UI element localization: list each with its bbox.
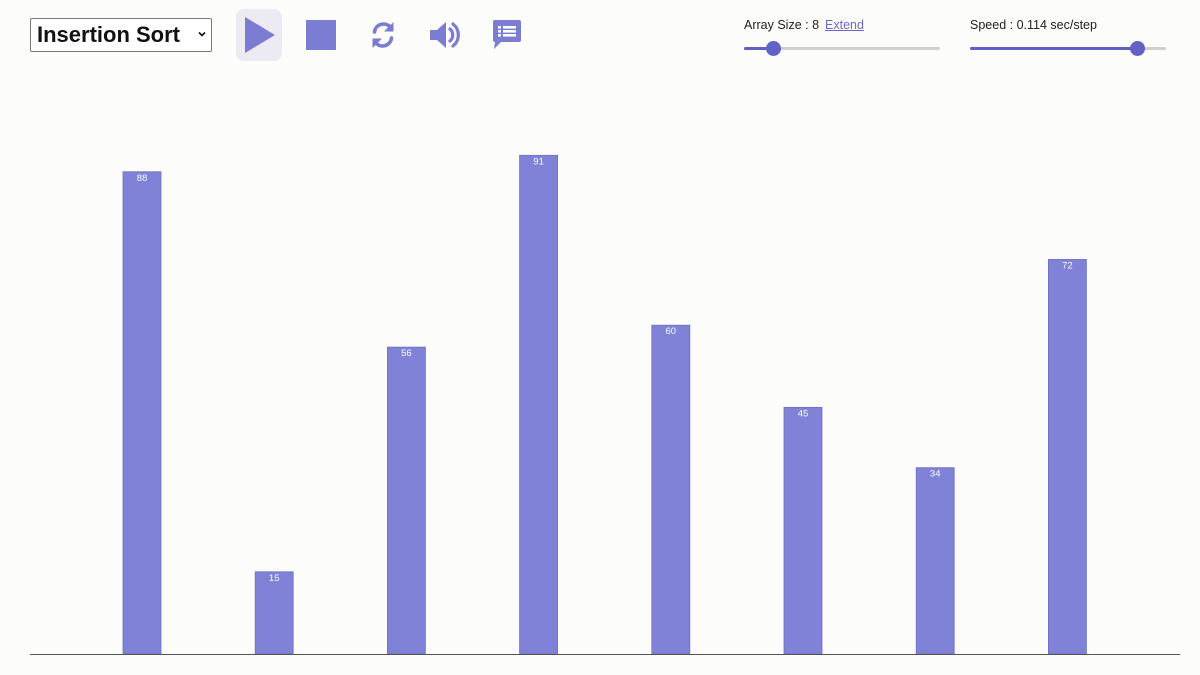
bar-6 xyxy=(783,406,823,655)
algorithm-select-value: Insertion Sort xyxy=(37,22,181,47)
array-size-label-row: Array Size : 8 Extend xyxy=(744,18,940,34)
algorithm-select[interactable]: Insertion Sort xyxy=(30,18,212,52)
sound-button[interactable] xyxy=(422,9,468,61)
reset-button[interactable] xyxy=(360,9,406,61)
stop-button[interactable] xyxy=(298,9,344,61)
bar-value-label-6: 45 xyxy=(798,408,809,419)
bar-value-label-8: 72 xyxy=(1062,260,1073,271)
stop-icon xyxy=(306,20,336,50)
speed-control: Speed : 0.114 sec/step xyxy=(970,18,1166,56)
speed-label-row: Speed : 0.114 sec/step xyxy=(970,18,1166,34)
chat-list-icon xyxy=(493,20,521,49)
bar-value-label-7: 34 xyxy=(930,469,941,480)
bar-3 xyxy=(386,346,426,655)
speed-slider-thumb[interactable] xyxy=(1129,41,1145,56)
bar-5 xyxy=(651,324,691,655)
refresh-icon xyxy=(372,22,394,48)
bar-value-label-2: 15 xyxy=(269,573,280,584)
extend-link[interactable]: Extend xyxy=(825,18,864,32)
bar-value-label-5: 60 xyxy=(666,326,677,337)
bar-1 xyxy=(122,171,162,655)
bar-chart: 88 15 56 91 60 45 34 72 xyxy=(30,154,1180,655)
bar-4 xyxy=(519,154,558,655)
speed-slider-fill xyxy=(970,47,1137,50)
play-button[interactable] xyxy=(236,9,282,61)
bar-7 xyxy=(915,467,955,655)
speed-label: Speed : 0.114 sec/step xyxy=(970,18,1097,32)
speed-slider[interactable] xyxy=(970,41,1166,56)
toolbar: Insertion Sort Array Size: 8 Extend Spe… xyxy=(0,0,1200,80)
array-size-label: Array Size : 8 xyxy=(744,18,820,32)
bar-2 xyxy=(254,571,294,655)
array-size-slider[interactable] xyxy=(744,41,940,56)
bar-value-label-3: 56 xyxy=(401,348,412,359)
play-icon xyxy=(245,17,275,53)
info-button[interactable] xyxy=(484,9,530,61)
bar-value-label-4: 91 xyxy=(533,156,544,167)
bar-8 xyxy=(1048,259,1087,655)
array-size-slider-thumb[interactable] xyxy=(766,41,782,56)
array-size-control: Array Size : 8 Extend xyxy=(744,18,940,56)
bar-value-label-1: 88 xyxy=(137,173,148,184)
speaker-icon xyxy=(430,22,460,48)
chevron-down-icon xyxy=(198,31,206,37)
